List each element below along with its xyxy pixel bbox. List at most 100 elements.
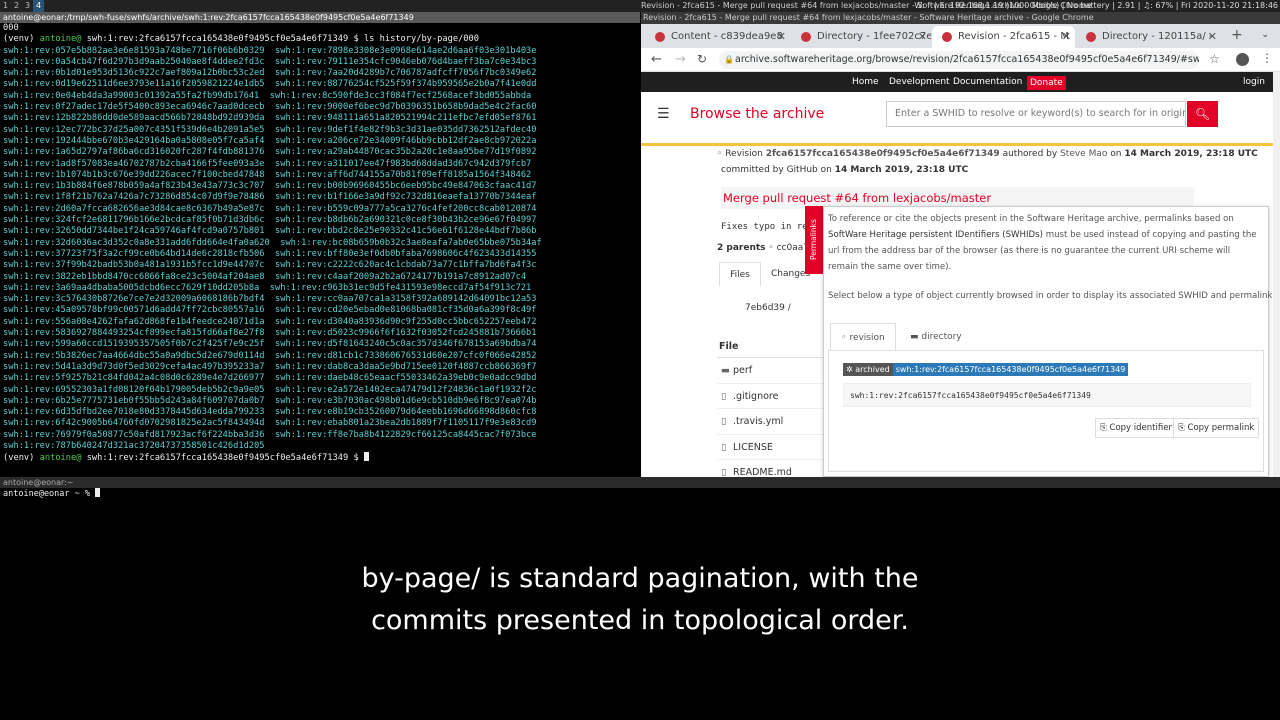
file-list: File ▬ perf ▯ .gitignore ▯ .travis.yml ▯ LIC…	[717, 336, 823, 477]
file-column-header: File	[717, 336, 823, 358]
browser-title: Revision - 2fca615 - Merge pull request …	[641, 12, 1280, 24]
archived-badge[interactable]: ✲ archived swh:1:rev:2fca6157fcca165438e0…	[843, 363, 1129, 376]
revision-entry: swh:1:rev:ebab801a23bea2db1889f7f1105117…	[275, 418, 537, 429]
revision-entry: swh:1:rev:d5023c9966f6f1632f03052fcd2458…	[275, 328, 537, 339]
terminal-output[interactable]: antoine@eonar ~ %	[0, 488, 1280, 501]
command-text: ls history/by-page/000	[363, 34, 479, 45]
revision-entry: swh:1:rev:12ec772bc37d25a007c4351f539d6e…	[3, 124, 265, 135]
parents-line: 2 parents ◦ cc0aa7	[717, 243, 809, 253]
swhid-panel: ✲ archived swh:1:rev:2fca6157fcca165438e0…	[828, 350, 1264, 472]
tab-content[interactable]: Content - c839dea9e8 ✕	[645, 26, 790, 48]
workspace-4[interactable]: 4	[33, 0, 44, 12]
workspace-3[interactable]: 3	[22, 0, 33, 12]
close-tab-icon[interactable]: ✕	[918, 26, 927, 48]
workspace-1[interactable]: 1	[0, 0, 11, 12]
tab-swhid-revision[interactable]: ◦ revision	[830, 323, 896, 351]
revision-entry: swh:1:rev:79111e354cfc9046eb076d4baeff3b…	[275, 56, 537, 67]
revision-entry: swh:1:rev:1b3b884f6e878b059a4af823b43e43…	[3, 181, 265, 192]
login-link[interactable]: login	[1243, 72, 1265, 92]
revision-header: ◦ Revision 2fca6157fcca165438e0f9495cf0e…	[717, 149, 1258, 159]
tab-files[interactable]: Files	[719, 262, 761, 286]
bookmark-star-icon[interactable]: ☆	[1209, 52, 1220, 66]
tab-changes[interactable]: Changes	[763, 262, 810, 286]
back-icon[interactable]: ←	[651, 52, 662, 67]
tab-search-icon[interactable]: ⌄	[1261, 29, 1269, 40]
revision-id[interactable]: 2fca6157fcca165438e0f9495cf0e5a4e6f71349	[766, 149, 1000, 159]
search-input[interactable]: Enter a SWHID to resolve or keyword(s) t…	[886, 101, 1186, 127]
copy-permalink-button[interactable]: ⎘ Copy permalink	[1173, 418, 1260, 438]
nav-development[interactable]: Development	[889, 72, 950, 92]
subtitle-line-1: by-page/ is standard pagination, with th…	[361, 563, 919, 594]
terminal-output[interactable]: 000 (venv) antoine@ swh:1:rev:2fca6157fc…	[0, 23, 640, 465]
revision-entry: swh:1:rev:a311017ee47f983bd68ddad3d67c94…	[275, 158, 532, 169]
file-row[interactable]: ▯ .gitignore	[717, 384, 823, 409]
workspace-2[interactable]: 2	[11, 0, 22, 12]
hamburger-menu-icon[interactable]: ☰	[657, 106, 670, 122]
revision-entry: swh:1:rev:6b25e7775731eb0f55bb5d243a84f6…	[3, 395, 265, 406]
revision-entry: swh:1:rev:88776254cf525f59f374b959565e2b…	[275, 79, 537, 90]
nav-home[interactable]: Home	[852, 72, 879, 92]
commit-date: 14 March 2019, 23:18 UTC	[834, 165, 969, 175]
page-brand[interactable]: Browse the archive	[690, 106, 824, 122]
file-row[interactable]: ▯ .travis.yml	[717, 409, 823, 435]
folder-icon: ▬	[910, 332, 922, 342]
file-row[interactable]: ▯ README.md	[717, 460, 823, 477]
search-button[interactable]: 🔍︎	[1187, 101, 1218, 127]
browser-window[interactable]: Revision - 2fca615 - Merge pull request …	[641, 12, 1280, 477]
revision-entry: swh:1:rev:37723f75f3a2cf99ce0b64bd14de6c…	[3, 248, 265, 259]
swhid-text[interactable]: swh:1:rev:2fca6157fcca165438e0f9495cf0e5…	[843, 383, 1251, 407]
tab-directory[interactable]: Directory - 1fee702c7e ✕	[791, 26, 931, 48]
subtitle-line-2: commits presented in topological order.	[371, 605, 909, 636]
tab-directory-2[interactable]: Directory - 120115a/ - ✕	[1076, 26, 1221, 48]
permalinks-toggle[interactable]: Permalinks	[805, 206, 823, 274]
terminal-cursor	[363, 452, 369, 462]
workspace-switcher[interactable]: 1 2 3 4	[0, 0, 44, 12]
revision-entry: swh:1:rev:1a65d2797af86ba6cd316020fc287f…	[3, 147, 265, 158]
prompt-cwd: swh:1:rev:2fca6157fcca165438e0f9495cf0e5…	[86, 34, 359, 45]
revision-entry: swh:1:rev:45a09578bf99c00571d6add47ff72c…	[3, 305, 265, 316]
prompt-venv: (venv)	[3, 453, 35, 464]
swhid-docs-link[interactable]: SoftWare Heritage persistent IDentifiers…	[828, 230, 1043, 240]
revision-entry: swh:1:rev:3822eb1bbd8470cc6866fa8ce23c50…	[3, 271, 265, 282]
revision-entry: swh:1:rev:aff6d744155a70b81f09eff8185a15…	[275, 169, 532, 180]
terminal-first-line: 000	[3, 23, 19, 33]
revision-entry: swh:1:rev:b8db6b2a690321c0ce8f30b43b2ce9…	[275, 215, 537, 226]
revision-entry: swh:1:rev:d81cb1c733860676531d60e207cfc0…	[275, 350, 537, 361]
terminal-window[interactable]: antoine@eonar:/tmp/swh-fuse/swhfs/archiv…	[0, 12, 640, 477]
new-tab-icon[interactable]: +	[1231, 27, 1243, 43]
close-tab-icon[interactable]: ✕	[1208, 26, 1217, 48]
close-tab-icon[interactable]: ✕	[777, 26, 786, 48]
donate-button[interactable]: Donate	[1027, 76, 1066, 90]
revision-entry: swh:1:rev:b00b96960455bc6eeb95bc49e84706…	[275, 181, 537, 192]
revision-entry: swh:1:rev:32d6036ac3d352c0a8e331add6fdd6…	[3, 237, 270, 248]
nav-documentation[interactable]: Documentation	[953, 72, 1022, 92]
tab-label: Directory - 1fee702c7e	[817, 31, 931, 42]
revision-entry: swh:1:rev:0f27adec17de5f5400c893eca6946c…	[3, 102, 265, 113]
listing: swh:1:rev:057e5b882ae3e6e81593a748be7716…	[3, 46, 542, 451]
revision-entry: swh:1:rev:5b3826ec7aa4664dbc55a0a9dbc5d2…	[3, 350, 265, 361]
close-tab-icon[interactable]: ✕	[1062, 26, 1071, 48]
author-name[interactable]: Steve Mao	[1060, 149, 1107, 159]
revision-entry: swh:1:rev:0e04eb4da3a99003c01392a55fa2fb…	[3, 90, 260, 101]
video-subtitle: by-page/ is standard pagination, with th…	[0, 558, 1280, 642]
file-row[interactable]: ▬ perf	[717, 358, 823, 384]
file-icon: ▯	[721, 390, 727, 402]
revision-entry: swh:1:rev:0a54cb47f6d297b3d9aab25040ae8f…	[3, 56, 265, 67]
reload-icon[interactable]: ↻	[697, 52, 707, 66]
committer-name[interactable]: GitHub	[787, 165, 818, 175]
revision-message-body: Fixes typo in re	[721, 222, 808, 232]
tab-swhid-directory[interactable]: ▬ directory	[910, 323, 980, 351]
directory-path[interactable]: 7eb6d39 /	[745, 303, 791, 313]
file-row[interactable]: ▯ LICENSE	[717, 435, 823, 460]
folder-icon: ▬	[721, 365, 730, 376]
forward-icon[interactable]: →	[675, 52, 686, 67]
terminal-cursor	[95, 488, 101, 497]
url-text: archive.softwareheritage.org/browse/revi…	[735, 54, 1199, 65]
revision-entry: swh:1:rev:5d41a3d9d73d0f5ed3029cefa4ac49…	[3, 361, 265, 372]
copy-identifier-button[interactable]: ⎘ Copy identifier	[1095, 418, 1177, 438]
page-scrollbar[interactable]	[1273, 72, 1280, 477]
account-icon[interactable]	[1236, 53, 1249, 66]
tab-revision[interactable]: Revision - 2fca615 - M ✕	[932, 26, 1075, 48]
address-bar[interactable]: 🔒 archive.softwareheritage.org/browse/rev…	[719, 51, 1199, 69]
browser-menu-icon[interactable]: ⋮	[1261, 51, 1273, 65]
